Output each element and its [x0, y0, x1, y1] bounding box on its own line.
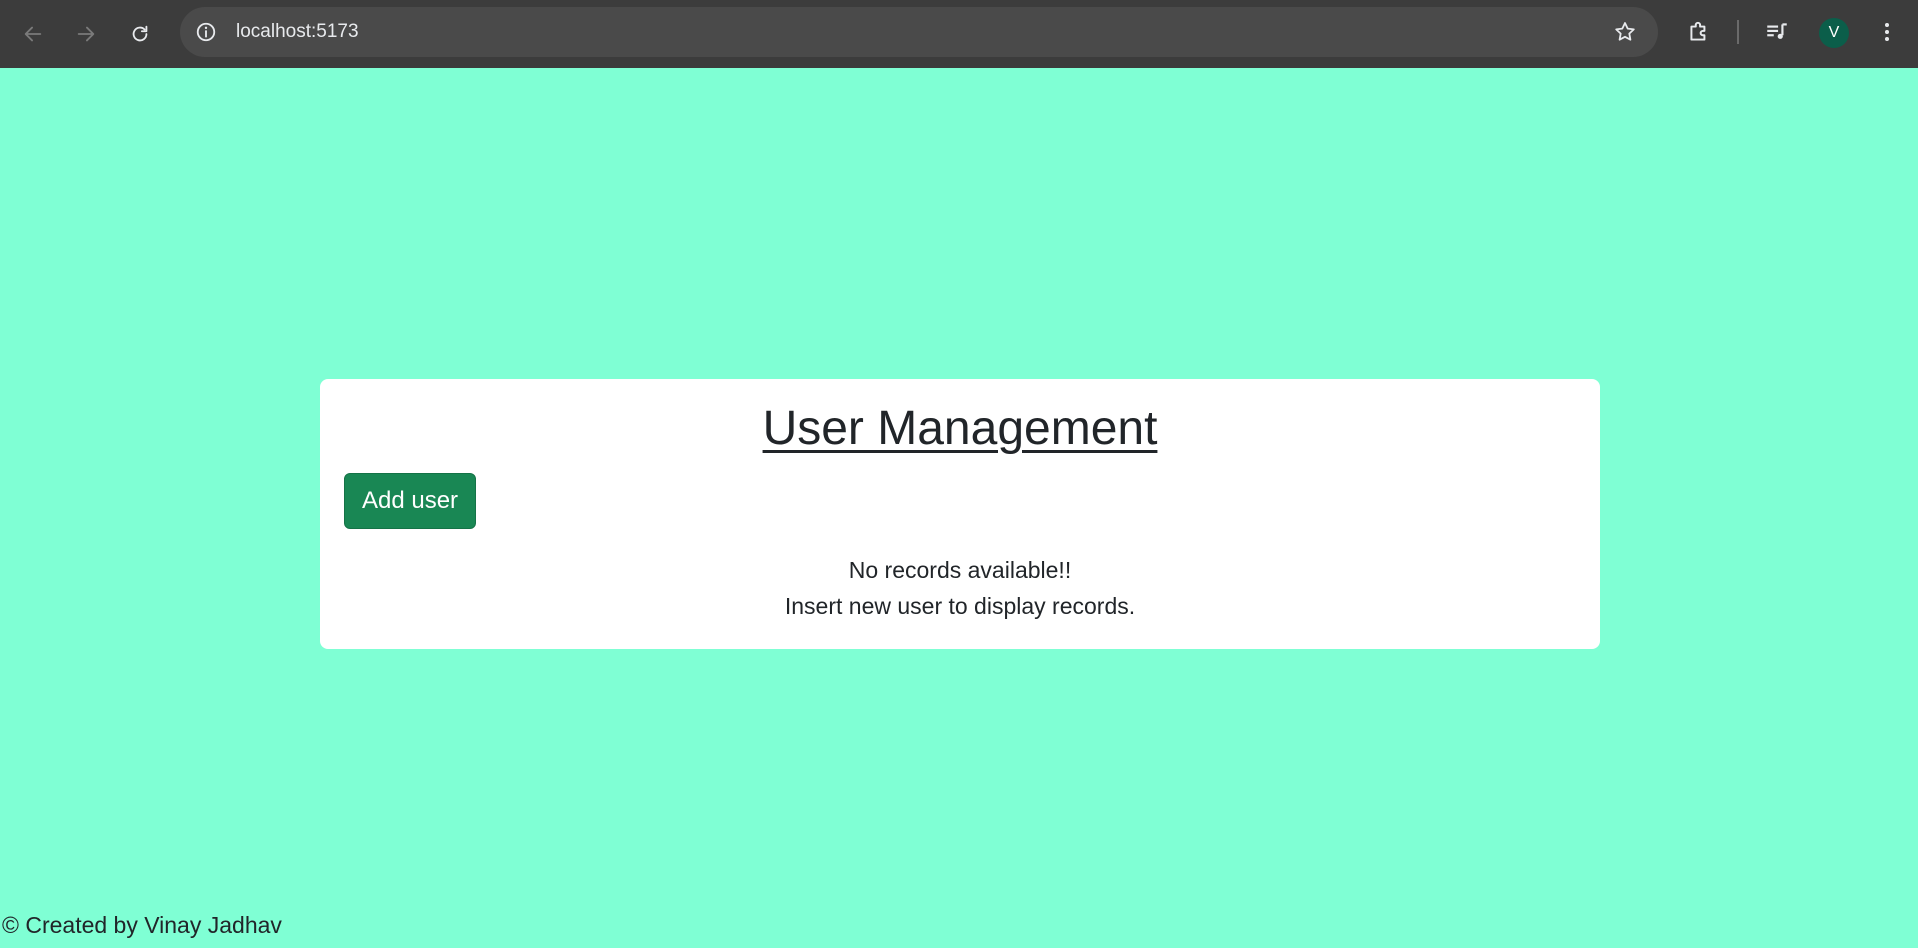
- browser-toolbar: localhost:5173 V: [0, 0, 1918, 68]
- reload-icon: [132, 25, 148, 42]
- back-button[interactable]: [13, 14, 53, 54]
- add-user-button[interactable]: Add user: [344, 473, 476, 529]
- address-bar[interactable]: localhost:5173: [180, 7, 1658, 57]
- media-control-button[interactable]: [1762, 17, 1792, 47]
- info-icon[interactable]: [194, 20, 218, 44]
- url-text[interactable]: localhost:5173: [236, 7, 359, 57]
- reload-button[interactable]: [120, 14, 160, 54]
- profile-avatar[interactable]: V: [1819, 18, 1849, 48]
- extensions-button[interactable]: [1684, 17, 1714, 47]
- user-management-card: User Management Add user No records avai…: [320, 379, 1600, 649]
- empty-state-hint: Insert new user to display records.: [784, 593, 1136, 619]
- empty-state-message: No records available!!: [848, 557, 1072, 583]
- page-title: User Management: [762, 402, 1158, 455]
- forward-button[interactable]: [66, 14, 106, 54]
- media-queue-icon: [1767, 23, 1787, 39]
- browser-menu-button[interactable]: [1872, 17, 1902, 47]
- star-icon[interactable]: [1612, 19, 1638, 45]
- puzzle-icon: [1690, 21, 1706, 41]
- arrow-left-icon: [24, 26, 42, 42]
- toolbar-divider: [1737, 20, 1739, 44]
- arrow-right-icon: [77, 26, 95, 42]
- kebab-menu-icon: [1885, 23, 1889, 41]
- footer-credit: © Created by Vinay Jadhav: [2, 912, 282, 938]
